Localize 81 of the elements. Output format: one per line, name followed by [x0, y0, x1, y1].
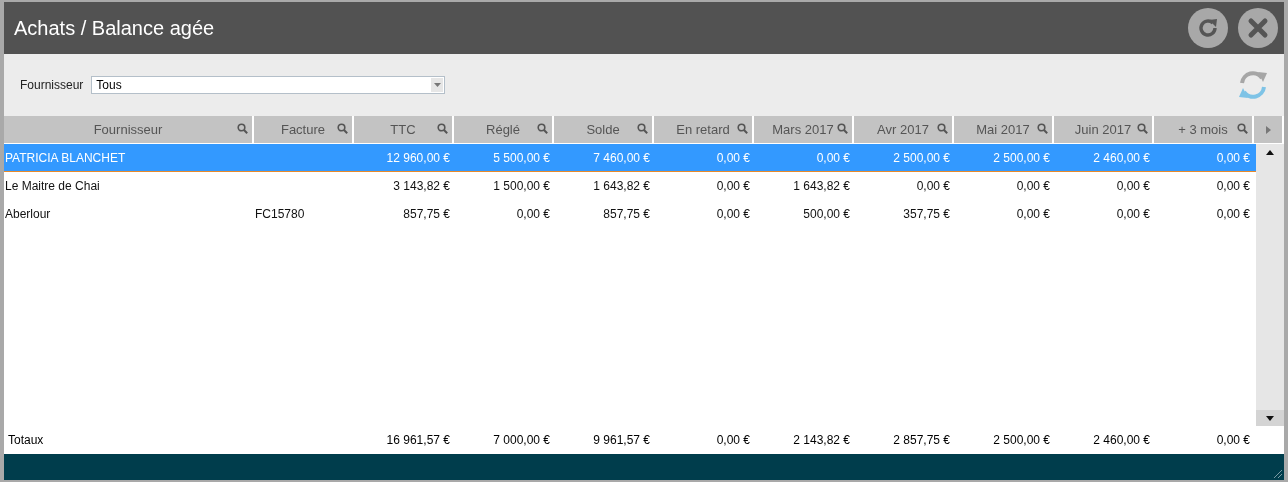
column-header[interactable]: TTC: [354, 116, 452, 143]
table-cell-text: 2 500,00 €: [892, 150, 951, 165]
search-icon[interactable]: [237, 123, 248, 134]
column-header[interactable]: Solde: [554, 116, 652, 143]
table-cell-text: 0,00 €: [715, 179, 751, 193]
table-row[interactable]: Le Maitre de Chai 3 143,82 € 1 500,00 € 1 643,82 € 0,00 € 1 643,82 € 0,00 € 0,00 € 0,00 € 0,00 €: [4, 172, 1256, 200]
table-cell-text: 0,00 €: [715, 207, 751, 221]
total-cell-text: 2 460,00 €: [1092, 433, 1151, 447]
scrollbar[interactable]: [1256, 144, 1284, 426]
search-icon[interactable]: [437, 123, 448, 134]
supplier-dropdown[interactable]: Tous: [91, 76, 446, 94]
column-header[interactable]: Facture: [254, 116, 352, 143]
close-icon: [1246, 16, 1270, 40]
table-cell-text: 0,00 €: [515, 207, 551, 221]
search-icon[interactable]: [337, 123, 348, 134]
table-cell-text: Le Maitre de Chai: [4, 179, 101, 193]
window-title: Achats / Balance agée: [14, 16, 216, 40]
column-header[interactable]: Fournisseur: [4, 116, 252, 143]
total-cell-text: 16 961,57 €: [385, 433, 451, 447]
filter-label: Fournisseur: [20, 78, 84, 92]
table-row[interactable]: Aberlour FC15780 857,75 € 0,00 € 857,75 € 0,00 € 500,00 € 357,75 € 0,00 € 0,00 € 0,00 €: [4, 200, 1256, 228]
column-header[interactable]: Avr 2017: [854, 116, 952, 143]
caret-icon: [433, 83, 441, 87]
table-row[interactable]: PATRICIA BLANCHET 12 960,00 € 5 500,00 € 7 460,00 € 0,00 € 0,00 € 2 500,00 € 2 500,00 € 2 460,00 € 0,00 €: [4, 144, 1256, 172]
table-cell-text: 0,00 €: [1215, 179, 1251, 193]
table-cell-text: 1 643,82 €: [592, 179, 651, 193]
table-cell-text: 0,00 €: [915, 179, 951, 193]
search-icon[interactable]: [937, 123, 948, 134]
table-cell-text: Aberlour: [4, 207, 52, 221]
table-cell-text: 1 500,00 €: [492, 179, 551, 193]
arrow-up-icon: [1266, 149, 1274, 155]
table-cell-text: 357,75 €: [902, 207, 951, 221]
search-icon[interactable]: [637, 123, 648, 134]
search-icon[interactable]: [737, 123, 748, 134]
total-cell-text: 0,00 €: [715, 433, 751, 447]
total-cell-text: 2 143,82 €: [792, 433, 851, 447]
table-cell-text: 0,00 €: [815, 150, 851, 165]
arrow-right-icon: [1265, 125, 1271, 134]
column-header[interactable]: + 3 mois: [1154, 116, 1252, 143]
totals-label: Totaux: [7, 433, 45, 447]
column-header[interactable]: Mars 2017: [754, 116, 852, 143]
table-cell-text: 12 960,00 €: [385, 150, 451, 165]
refresh-icon: [1196, 16, 1220, 40]
table-cell-text: 2 460,00 €: [1092, 150, 1151, 165]
table-cell-text: 0,00 €: [1115, 207, 1151, 221]
table-cell-text: 7 460,00 €: [592, 150, 651, 165]
total-cell-text: 2 500,00 €: [992, 433, 1051, 447]
total-cell-text: 2 857,75 €: [892, 433, 951, 447]
table-cell-text: FC15780: [254, 207, 306, 221]
refresh-button[interactable]: [1188, 8, 1228, 48]
column-header[interactable]: Réglé: [454, 116, 552, 143]
column-header[interactable]: En retard: [654, 116, 752, 143]
search-icon[interactable]: [537, 123, 548, 134]
table-cell-text: 0,00 €: [1015, 179, 1051, 193]
table-cell-text: 1 643,82 €: [792, 179, 851, 193]
table-cell-text: 500,00 €: [802, 207, 851, 221]
table-cell-text: 2 500,00 €: [992, 150, 1051, 165]
table-cell-text: 5 500,00 €: [492, 150, 551, 165]
table-cell-text: 857,75 €: [602, 207, 651, 221]
table-cell-text: 0,00 €: [1215, 150, 1251, 165]
total-cell-text: 9 961,57 €: [592, 433, 651, 447]
table-cell-text: 0,00 €: [1215, 207, 1251, 221]
scroll-down-button[interactable]: [1256, 410, 1284, 426]
total-cell-text: 0,00 €: [1215, 433, 1251, 447]
column-header[interactable]: Juin 2017: [1054, 116, 1152, 143]
table-cell-text: 857,75 €: [402, 207, 451, 221]
search-icon[interactable]: [1037, 123, 1048, 134]
resize-grip-icon[interactable]: [1273, 469, 1282, 478]
total-cell-text: 7 000,00 €: [492, 433, 551, 447]
search-icon[interactable]: [1137, 123, 1148, 134]
column-header[interactable]: Mai 2017: [954, 116, 1052, 143]
table-cell-text: 0,00 €: [1015, 207, 1051, 221]
sync-icon: [1236, 69, 1270, 101]
close-button[interactable]: [1238, 8, 1278, 48]
table-cell-text: 0,00 €: [715, 150, 751, 165]
arrow-down-icon: [1266, 415, 1274, 421]
table-cell-text: 3 143,82 €: [392, 179, 451, 193]
table-cell-text: 0,00 €: [1115, 179, 1151, 193]
search-icon[interactable]: [837, 123, 848, 134]
search-icon[interactable]: [1237, 123, 1248, 134]
table-cell-text: PATRICIA BLANCHET: [4, 150, 127, 165]
